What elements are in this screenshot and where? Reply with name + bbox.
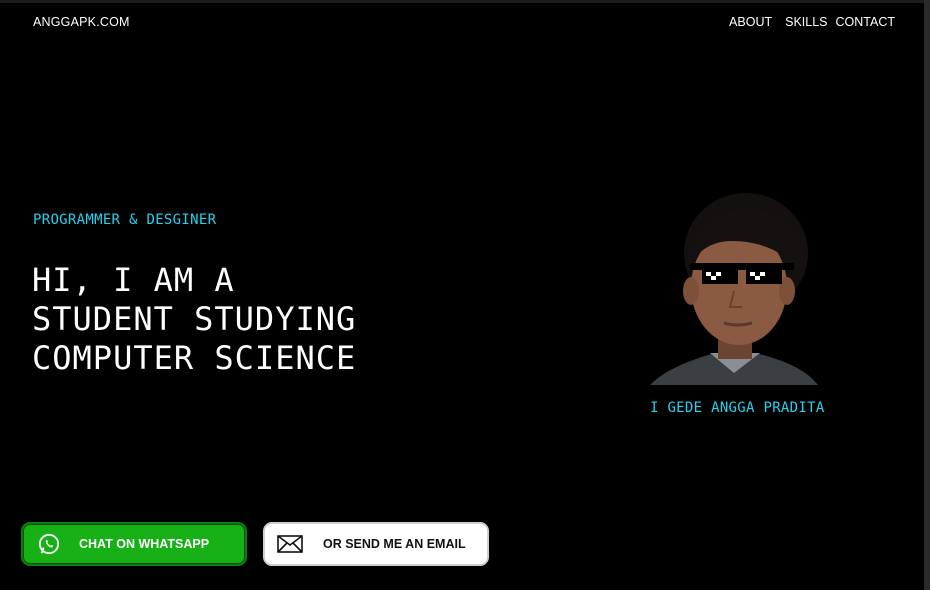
email-button[interactable]: OR SEND ME AN EMAIL <box>263 522 489 566</box>
nav-contact[interactable]: CONTACT <box>836 15 896 29</box>
nav-skills[interactable]: SKILLS <box>785 15 827 29</box>
window-edge <box>924 0 930 590</box>
email-button-label: OR SEND ME AN EMAIL <box>323 537 466 551</box>
envelope-icon <box>277 535 303 553</box>
profile-photo <box>650 193 818 385</box>
whatsapp-icon <box>38 533 60 555</box>
page: ANGGAPK.COM ABOUT SKILLS CONTACT PROGRAM… <box>0 0 924 590</box>
site-logo[interactable]: ANGGAPK.COM <box>33 15 130 29</box>
whatsapp-button[interactable]: CHAT ON WHATSAPP <box>21 522 247 566</box>
person-name: I GEDE ANGGA PRADITA <box>650 400 825 416</box>
hero-headline: HI, I AM A STUDENT STUDYING COMPUTER SCI… <box>32 261 357 377</box>
whatsapp-button-label: CHAT ON WHATSAPP <box>79 537 210 551</box>
main-nav: ABOUT SKILLS CONTACT <box>729 15 895 29</box>
hero-subtitle: PROGRAMMER & DESGINER <box>33 212 217 228</box>
nav-about[interactable]: ABOUT <box>729 15 772 29</box>
